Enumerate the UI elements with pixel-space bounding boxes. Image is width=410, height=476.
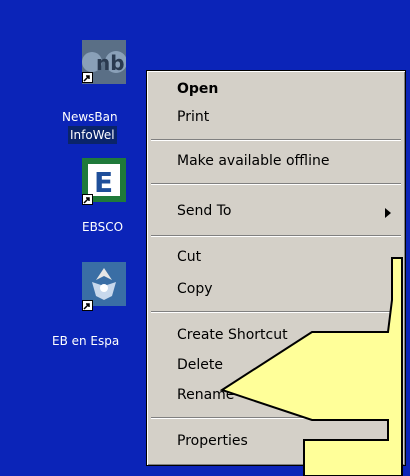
- menu-separator: [151, 417, 401, 419]
- menu-item-delete[interactable]: Delete: [177, 357, 223, 373]
- shortcut-arrow-icon: [82, 72, 93, 83]
- shortcut-arrow-icon: [82, 194, 93, 205]
- menu-separator: [151, 139, 401, 141]
- context-menu: Open Print Make available offline Send T…: [146, 70, 406, 466]
- icon-label-line2: InfoWel: [68, 126, 117, 144]
- desktop-icon-newsbank[interactable]: nb NewsBan InfoWel: [60, 40, 150, 155]
- submenu-arrow-icon: [385, 208, 391, 218]
- menu-item-make-available-offline[interactable]: Make available offline: [177, 153, 329, 169]
- menu-separator: [151, 183, 401, 185]
- svg-text:E: E: [94, 166, 113, 199]
- desktop-icon-eb-espanol[interactable]: EB en Espa: [50, 262, 146, 352]
- menu-item-rename[interactable]: Rename: [177, 387, 234, 403]
- icon-label-line1: NewsBan: [62, 110, 118, 124]
- icon-label: EB en Espa: [52, 334, 120, 348]
- menu-separator: [151, 311, 401, 313]
- icon-label: EBSCO: [82, 220, 124, 234]
- menu-item-copy[interactable]: Copy: [177, 281, 213, 297]
- menu-separator: [151, 235, 401, 237]
- menu-item-open[interactable]: Open: [177, 81, 218, 97]
- menu-item-properties[interactable]: Properties: [177, 433, 248, 449]
- menu-item-cut[interactable]: Cut: [177, 249, 201, 265]
- desktop-icon-ebsco[interactable]: E EBSCO: [60, 158, 150, 238]
- shortcut-arrow-icon: [82, 300, 93, 311]
- menu-item-create-shortcut[interactable]: Create Shortcut: [177, 327, 288, 343]
- desktop: nb NewsBan InfoWel E EBSCO EB en Espa Op…: [0, 0, 410, 476]
- svg-text:nb: nb: [96, 51, 125, 75]
- menu-item-send-to[interactable]: Send To: [177, 203, 231, 219]
- menu-item-print[interactable]: Print: [177, 109, 209, 125]
